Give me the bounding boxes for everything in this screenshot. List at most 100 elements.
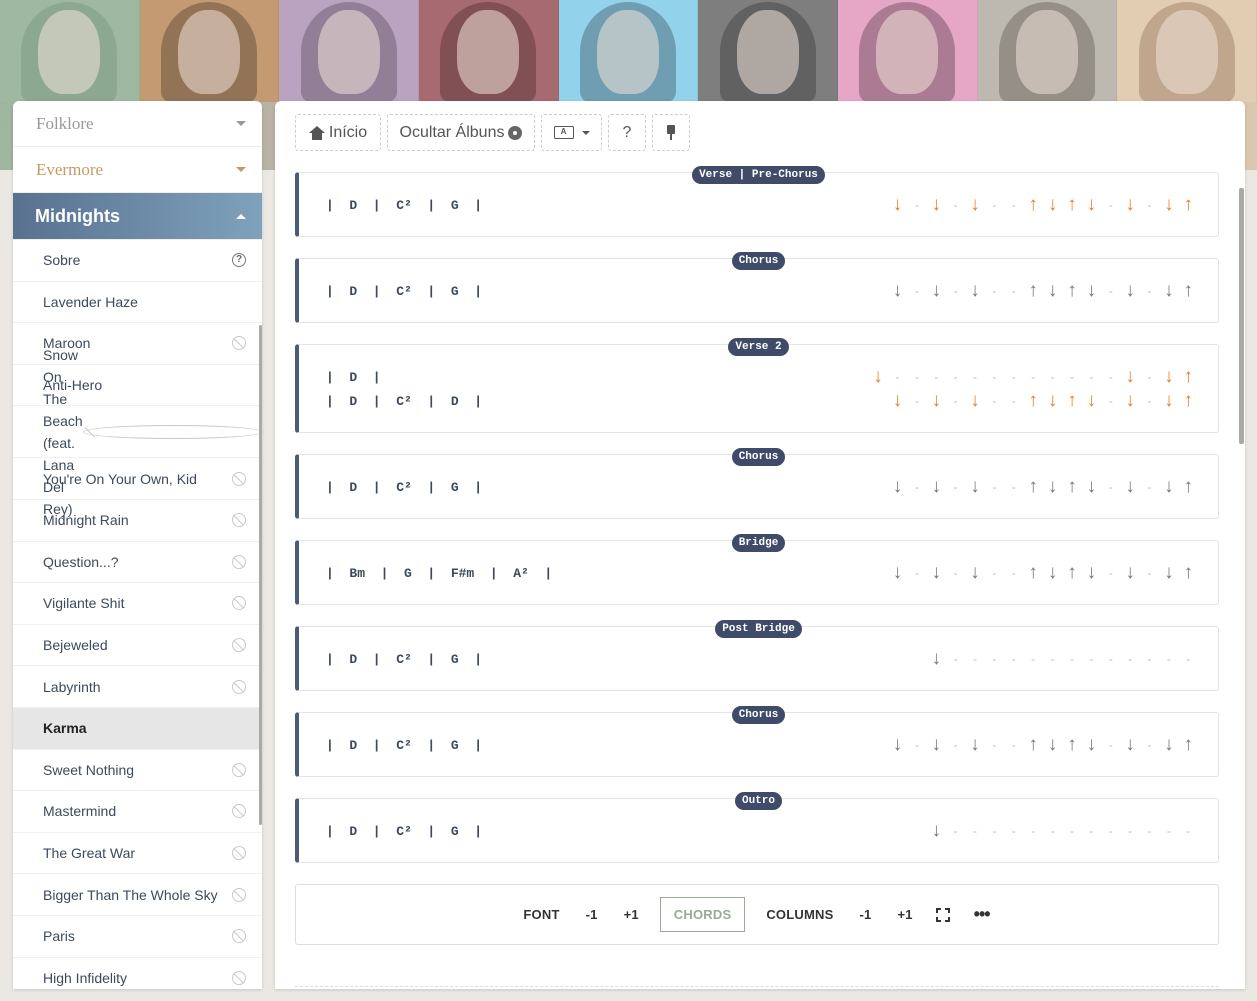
section-label: Post Bridge — [715, 620, 802, 638]
album-cover-tile — [1117, 0, 1257, 102]
strum-rest: - — [1128, 652, 1133, 666]
strum-down-arrow: ↓ — [892, 734, 903, 755]
strum-rest: - — [953, 370, 958, 384]
song-item[interactable]: Bigger Than The Whole Sky — [13, 874, 262, 916]
song-item[interactable]: The Great War — [13, 833, 262, 875]
strum-down-arrow: ↓ — [892, 280, 903, 301]
portrait-face — [597, 10, 660, 94]
strum-rest: - — [1108, 284, 1113, 298]
strum-pattern: ↓ - ↓ - ↓ - - ↑ ↓ ↑ ↓ - ↓ - ↓ ↑ — [888, 735, 1198, 755]
song-item[interactable]: Karma — [13, 707, 262, 750]
fullscreen-icon[interactable] — [935, 907, 950, 922]
home-label: Início — [328, 123, 368, 141]
album-midnights[interactable]: Midnights — [13, 193, 262, 240]
font-decrease-button[interactable]: -1 — [573, 907, 611, 922]
section-label: Chorus — [731, 448, 786, 466]
strum-down-arrow: ↓ — [1164, 280, 1174, 301]
pin-button[interactable] — [652, 114, 690, 151]
columns-decrease-button[interactable]: -1 — [846, 907, 884, 922]
display-controls: FONT -1 +1 CHORDS COLUMNS -1 +1 ••• — [295, 884, 1219, 945]
ban-icon — [232, 554, 246, 569]
song-item[interactable]: Paris — [13, 916, 262, 958]
strum-up-arrow: ↑ — [1028, 390, 1038, 411]
song-item[interactable]: Question...? — [13, 542, 262, 584]
strum-up-arrow: ↑ — [1183, 476, 1194, 497]
song-section: Outro | D | C² | G | ↓ - - - - - - - - - - - - - — [295, 792, 1219, 863]
album-folklore[interactable]: Folklore — [13, 101, 262, 147]
strum-rest: - — [992, 480, 997, 494]
sidebar-scrollbar[interactable] — [259, 325, 262, 825]
more-options-icon[interactable]: ••• — [974, 904, 991, 925]
strum-pattern: ↓ - - - - - - - - - - - - - — [927, 821, 1198, 841]
song-item[interactable]: Mastermind — [13, 791, 262, 833]
strum-rest: - — [1108, 394, 1113, 408]
song-item[interactable]: Sweet Nothing — [13, 750, 262, 792]
chord-progression: | D | — [326, 369, 381, 385]
song-item[interactable]: Bejeweled — [13, 625, 262, 667]
strum-down-arrow: ↓ — [1047, 734, 1058, 755]
strum-pattern: ↓ - ↓ - ↓ - - ↑ ↓ ↑ ↓ - ↓ - ↓ ↑ — [888, 195, 1198, 215]
strum-rest: - — [953, 566, 958, 580]
help-icon: ? — [232, 253, 246, 268]
strum-rest: - — [1108, 480, 1113, 494]
strum-pattern: ↓ - ↓ - ↓ - - ↑ ↓ ↑ ↓ - ↓ - ↓ ↑ — [888, 391, 1198, 411]
hide-albums-label: Ocultar Álbuns — [399, 123, 505, 141]
album-cover-tile — [0, 0, 140, 102]
strum-rest: - — [1069, 824, 1074, 838]
strum-down-arrow: ↓ — [970, 390, 980, 411]
strum-rest: - — [934, 370, 939, 384]
strum-up-arrow: ↑ — [1067, 280, 1077, 301]
portrait-face — [317, 10, 380, 94]
hide-albums-button[interactable]: Ocultar Álbuns — [387, 114, 535, 151]
song-item[interactable]: High Infidelity — [13, 958, 262, 990]
strum-down-arrow: ↓ — [1125, 734, 1135, 755]
language-button[interactable]: A — [541, 114, 602, 151]
ban-icon — [232, 804, 246, 819]
ban-icon — [232, 638, 246, 653]
song-item[interactable]: Lavender Haze — [13, 282, 262, 324]
home-button[interactable]: Início — [295, 114, 381, 151]
song-item[interactable]: Sobre? — [13, 240, 262, 282]
strum-rest: - — [1147, 198, 1152, 212]
main-scrollbar[interactable] — [1239, 188, 1244, 444]
strum-down-arrow: ↓ — [1086, 734, 1097, 755]
strum-up-arrow: ↑ — [1183, 390, 1194, 411]
strum-pattern: ↓ - ↓ - ↓ - - ↑ ↓ ↑ ↓ - ↓ - ↓ ↑ — [888, 477, 1198, 497]
chords-toggle-button[interactable]: CHORDS — [659, 897, 746, 932]
strum-rest: - — [953, 480, 958, 494]
chord-progression: | D | C² | G | — [326, 283, 483, 299]
song-title: Sweet Nothing — [43, 761, 135, 778]
strum-up-arrow: ↑ — [1028, 734, 1038, 755]
ban-icon — [232, 336, 246, 351]
album-evermore[interactable]: Evermore — [13, 147, 262, 193]
strum-down-arrow: ↓ — [970, 562, 980, 583]
strum-down-arrow: ↓ — [1164, 562, 1174, 583]
ban-icon — [232, 929, 246, 944]
chord-progression: | Bm | G | F#m | A² | — [326, 565, 553, 581]
columns-increase-button[interactable]: +1 — [884, 907, 925, 922]
font-increase-button[interactable]: +1 — [611, 907, 652, 922]
strum-rest: - — [1128, 824, 1133, 838]
divider — [295, 986, 1219, 987]
strum-rest: - — [992, 370, 997, 384]
song-item[interactable]: Snow On The Beach (feat. Lana Del Rey) — [13, 347, 262, 517]
strum-rest: - — [1089, 824, 1094, 838]
strum-down-arrow: ↓ — [1125, 562, 1135, 583]
strum-up-arrow: ↑ — [1183, 734, 1194, 755]
song-item[interactable]: Labyrinth — [13, 666, 262, 708]
help-button[interactable]: ? — [608, 114, 646, 151]
strum-up-arrow: ↑ — [1067, 734, 1077, 755]
strum-down-arrow: ↓ — [1125, 280, 1135, 301]
strum-down-arrow: ↓ — [931, 280, 941, 301]
chord-progression: | D | C² | G | — [326, 737, 483, 753]
strum-up-arrow: ↑ — [1067, 390, 1077, 411]
album-cover-tile — [419, 0, 559, 102]
song-section: Chorus | D | C² | G | ↓ - ↓ - ↓ - - ↑ ↓ ↑ ↓ - ↓ - ↓ ↑ — [295, 252, 1219, 323]
strum-pattern: ↓ - ↓ - ↓ - - ↑ ↓ ↑ ↓ - ↓ - ↓ ↑ — [888, 563, 1198, 583]
strum-pattern: ↓ - - - - - - - - - - - - - — [927, 649, 1198, 669]
strum-rest: - — [973, 824, 977, 838]
strum-rest: - — [1108, 738, 1113, 752]
album-cover-tile — [698, 0, 839, 102]
song-item[interactable]: Vigilante Shit — [13, 583, 262, 625]
strum-rest: - — [1011, 480, 1016, 494]
